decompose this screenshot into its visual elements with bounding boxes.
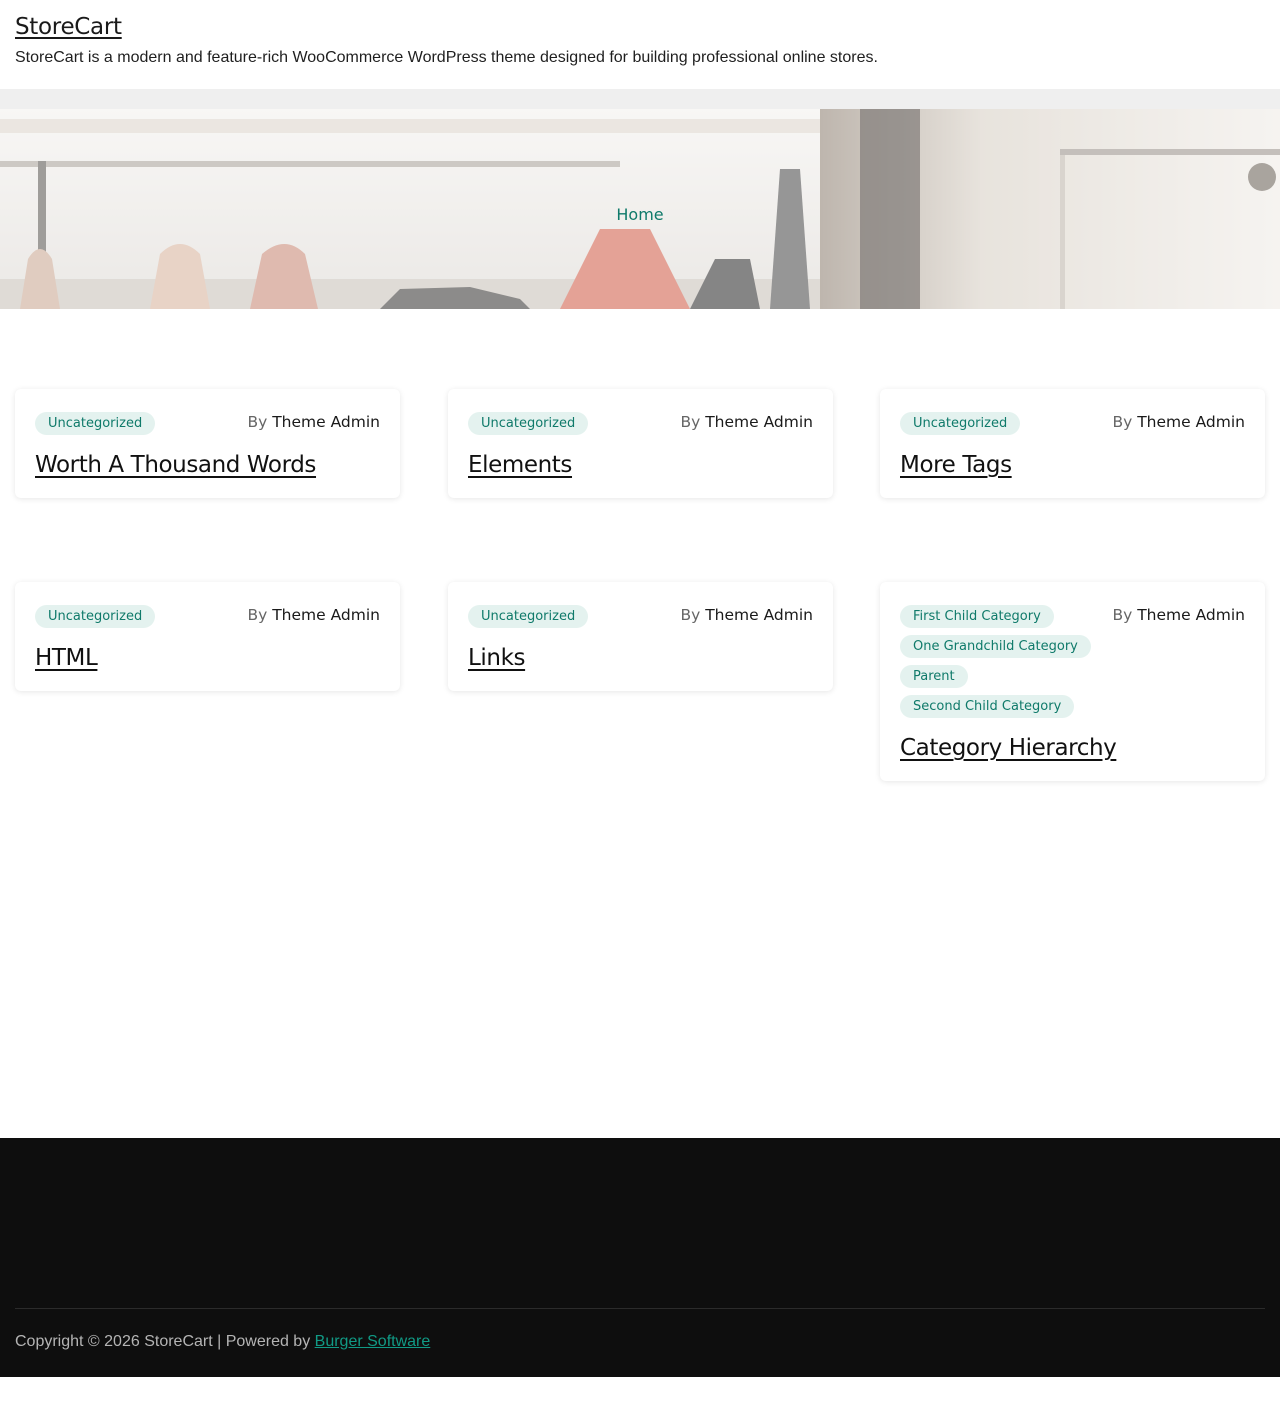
breadcrumb-home[interactable]: Home [0, 205, 1280, 224]
category-tag[interactable]: Uncategorized [35, 412, 156, 435]
category-tag[interactable]: Uncategorized [468, 412, 589, 435]
post-title-link[interactable]: Elements [468, 452, 572, 478]
post-categories: Uncategorized [900, 412, 1021, 435]
category-tag[interactable]: First Child Category [900, 605, 1054, 628]
post-categories: First Child Category One Grandchild Cate… [900, 605, 1091, 718]
author-link[interactable]: Theme Admin [705, 413, 813, 431]
byline-label: By [680, 413, 701, 431]
burger-software-link[interactable]: Burger Software [315, 1333, 431, 1350]
hero-banner: Home [0, 109, 1280, 309]
footer-divider [15, 1308, 1265, 1309]
post-card: Uncategorized By Theme Admin More Tags [880, 389, 1265, 498]
post-card: Uncategorized By Theme Admin Worth A Tho… [15, 389, 400, 498]
site-header: StoreCart StoreCart is a modern and feat… [0, 0, 1280, 89]
footer-copyright: Copyright © 2026 StoreCart | Powered by … [15, 1333, 430, 1351]
copyright-text: Copyright © 2026 StoreCart | Powered by [15, 1333, 315, 1350]
author-link[interactable]: Theme Admin [272, 606, 380, 624]
author-link[interactable]: Theme Admin [1137, 606, 1245, 624]
post-card: Uncategorized By Theme Admin Elements [448, 389, 833, 498]
post-grid: Uncategorized By Theme Admin Worth A Tho… [0, 309, 1280, 1138]
category-tag[interactable]: Uncategorized [900, 412, 1021, 435]
post-byline: By Theme Admin [680, 412, 813, 431]
post-categories: Uncategorized [468, 605, 589, 628]
author-link[interactable]: Theme Admin [272, 413, 380, 431]
category-tag[interactable]: Uncategorized [35, 605, 156, 628]
byline-label: By [680, 606, 701, 624]
post-card: Uncategorized By Theme Admin HTML [15, 582, 400, 691]
category-tag[interactable]: Parent [900, 665, 968, 688]
post-title-link[interactable]: HTML [35, 645, 98, 671]
post-byline: By Theme Admin [680, 605, 813, 624]
post-categories: Uncategorized [35, 605, 156, 628]
post-card: Uncategorized By Theme Admin Links [448, 582, 833, 691]
post-byline: By Theme Admin [1112, 412, 1245, 431]
author-link[interactable]: Theme Admin [1137, 413, 1245, 431]
category-tag[interactable]: One Grandchild Category [900, 635, 1091, 658]
post-byline: By Theme Admin [247, 605, 380, 624]
post-card: First Child Category One Grandchild Cate… [880, 582, 1265, 781]
byline-label: By [1112, 413, 1133, 431]
site-footer: Copyright © 2026 StoreCart | Powered by … [0, 1138, 1280, 1377]
site-description: StoreCart is a modern and feature-rich W… [15, 49, 878, 66]
post-title-link[interactable]: Worth A Thousand Words [35, 452, 316, 478]
category-tag[interactable]: Uncategorized [468, 605, 589, 628]
byline-label: By [247, 606, 268, 624]
post-title-link[interactable]: Category Hierarchy [900, 735, 1117, 761]
post-categories: Uncategorized [35, 412, 156, 435]
byline-label: By [247, 413, 268, 431]
post-title-link[interactable]: Links [468, 645, 525, 671]
category-tag[interactable]: Second Child Category [900, 695, 1075, 718]
post-byline: By Theme Admin [1112, 605, 1245, 624]
site-title-link[interactable]: StoreCart [15, 14, 122, 40]
post-categories: Uncategorized [468, 412, 589, 435]
post-title-link[interactable]: More Tags [900, 452, 1012, 478]
byline-label: By [1112, 606, 1133, 624]
post-byline: By Theme Admin [247, 412, 380, 431]
author-link[interactable]: Theme Admin [705, 606, 813, 624]
header-divider-strip [0, 89, 1280, 109]
